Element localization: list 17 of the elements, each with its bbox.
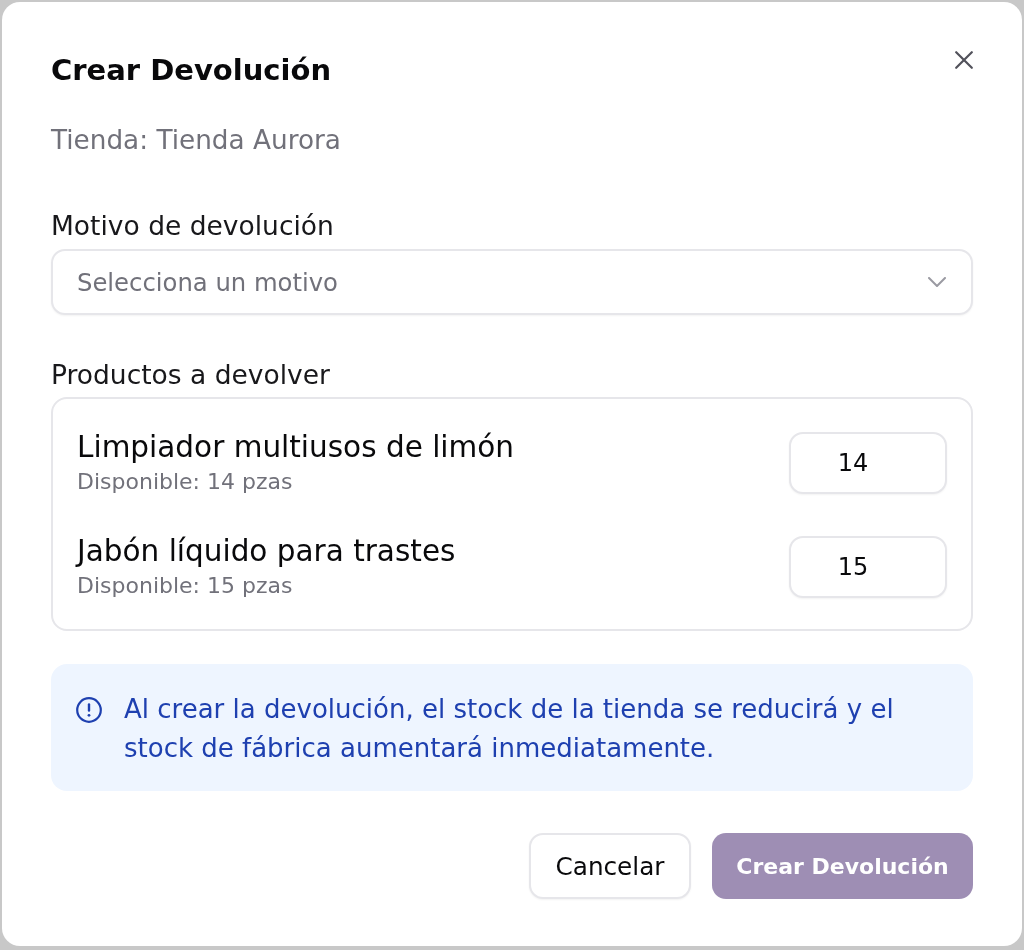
cancel-button[interactable]: Cancelar	[529, 833, 691, 899]
store-name: Tienda: Tienda Aurora	[51, 125, 341, 155]
reason-label: Motivo de devolución	[51, 211, 334, 241]
chevron-down-icon	[928, 277, 946, 287]
close-icon	[955, 51, 973, 69]
close-button[interactable]	[955, 51, 973, 69]
quantity-input[interactable]: 15	[789, 535, 947, 598]
dialog-title: Crear Devolución	[51, 52, 332, 88]
product-name: Limpiador multiusos de limón	[77, 430, 515, 464]
availability-text: Disponible: 15 pzas	[77, 573, 293, 599]
products-label: Productos a devolver	[51, 360, 330, 390]
reason-select[interactable]: Selecciona un motivo	[51, 249, 973, 315]
quantity-input[interactable]: 14	[789, 431, 947, 494]
product-name: Jabón líquido para trastes	[77, 534, 456, 568]
exclamation-circle-icon	[76, 696, 102, 723]
notice-text: Al crear la devolución, el stock de la tienda se reducirá y el stock de fábrica aumentará inmediatamente.	[124, 693, 895, 765]
availability-text: Disponible: 14 pzas	[77, 469, 293, 495]
